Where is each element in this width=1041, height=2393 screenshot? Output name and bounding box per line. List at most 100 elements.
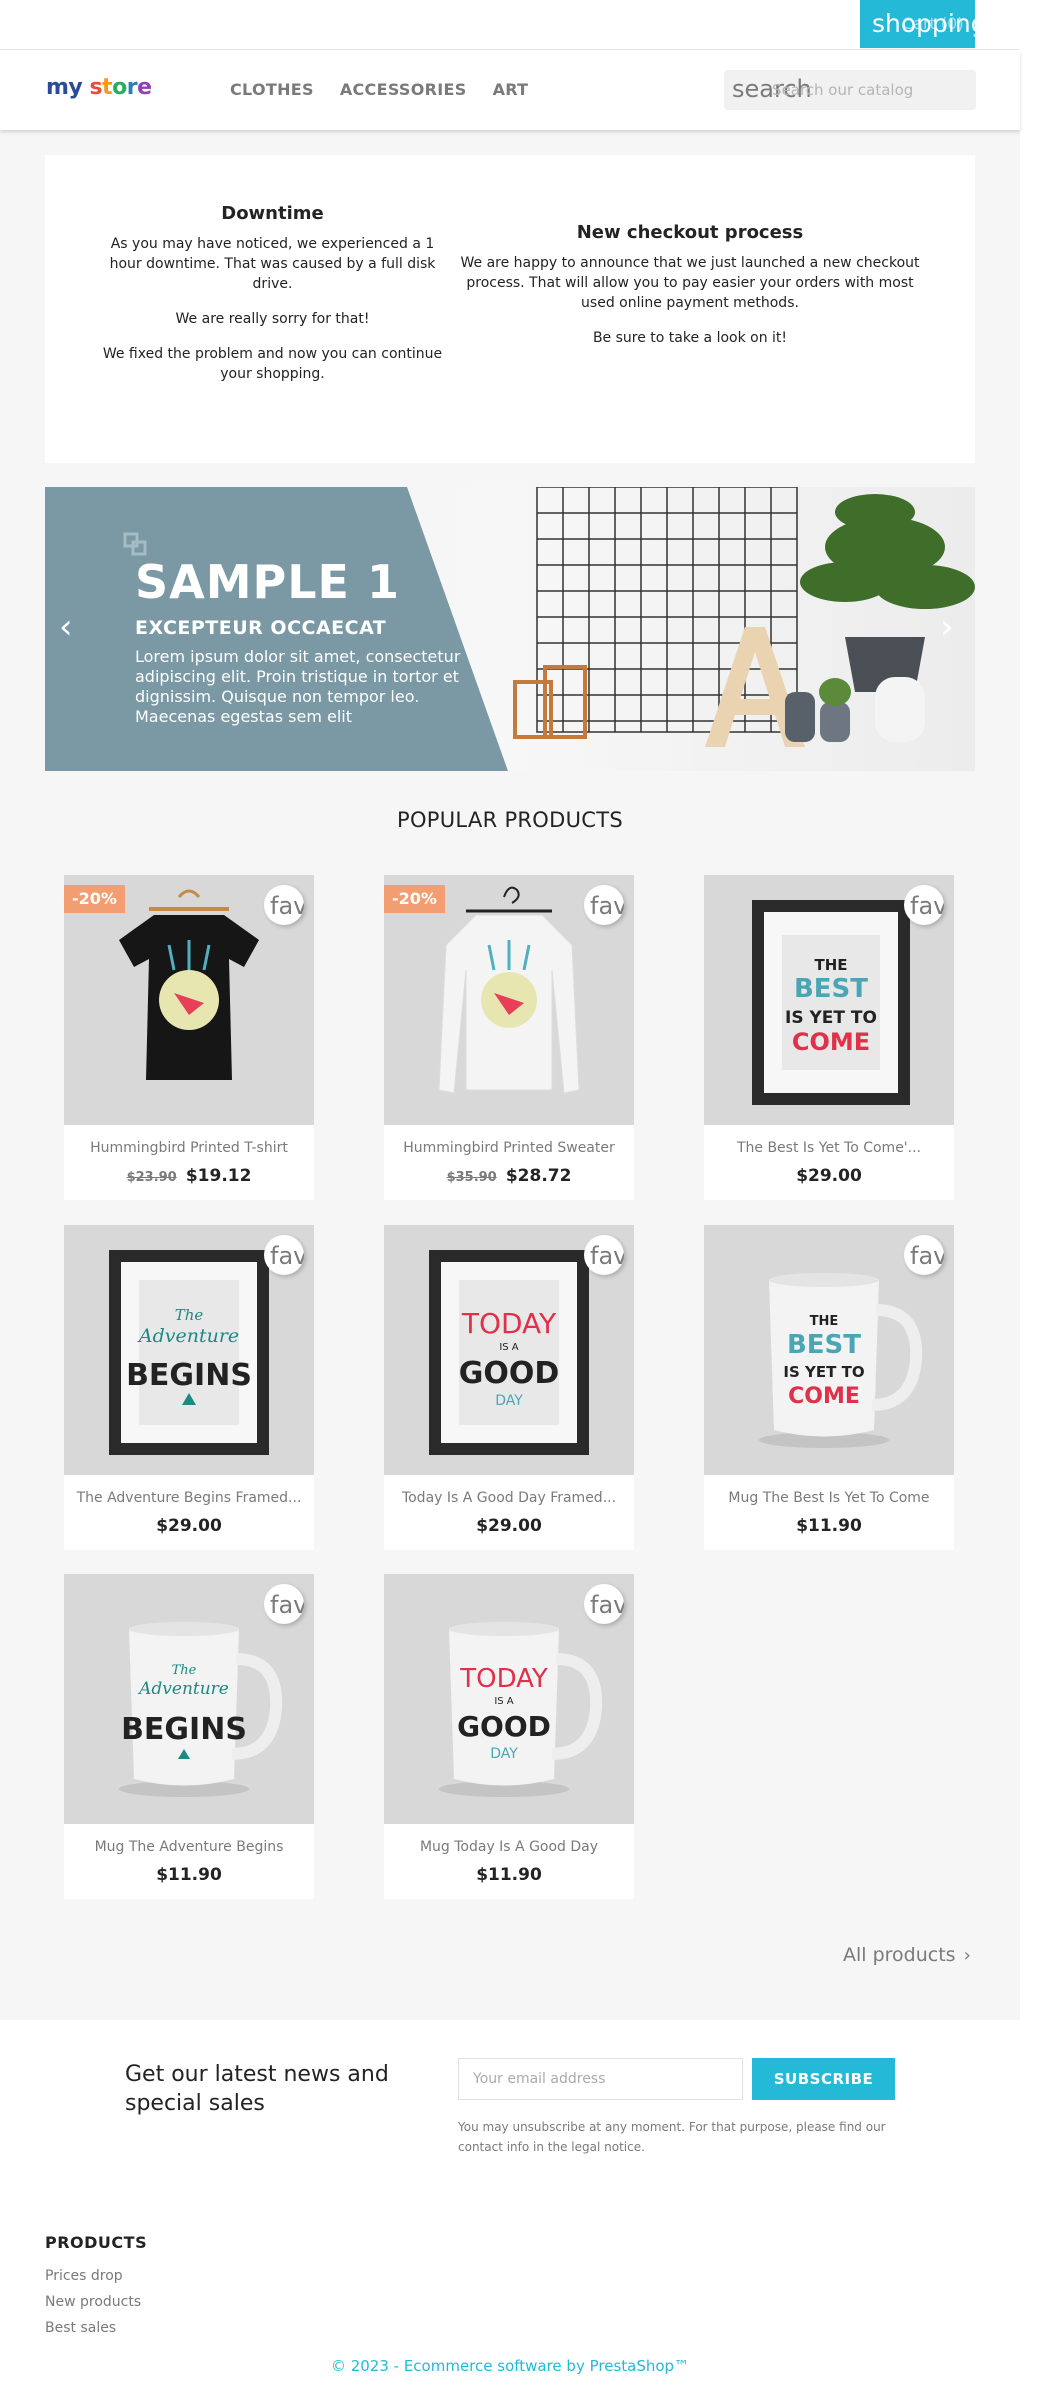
checkout-paragraph-2: Be sure to take a look on it! xyxy=(592,330,788,346)
product-card[interactable]: TODAY IS A GOOD DAY favorite_border Mug … xyxy=(384,1574,634,1899)
wishlist-button[interactable]: favorite_border xyxy=(584,885,624,925)
top-bar: shopping_cart Cart (0) xyxy=(0,0,1020,50)
product-price-row: $11.90 xyxy=(64,1865,314,1885)
product-card[interactable]: The Adventure BEGINS favorite_border Mug… xyxy=(64,1574,314,1899)
downtime-title: Downtime xyxy=(221,203,324,224)
search-placeholder: Search our catalog xyxy=(772,81,914,99)
popular-products-title: POPULAR PRODUCTS xyxy=(397,808,623,832)
email-placeholder: Your email address xyxy=(473,2071,606,2087)
svg-text:BEGINS: BEGINS xyxy=(121,1712,247,1747)
svg-text:BEST: BEST xyxy=(794,974,868,1004)
slide-subtitle: EXCEPTEUR OCCAECAT xyxy=(135,617,387,639)
downtime-paragraph-2: We are really sorry for that! xyxy=(175,311,370,327)
product-name[interactable]: The Best Is Yet To Come'... xyxy=(704,1140,954,1156)
all-products-label: All products xyxy=(843,1944,956,1966)
svg-text:GOOD: GOOD xyxy=(457,1710,551,1743)
svg-text:IS A: IS A xyxy=(499,1342,518,1353)
product-old-price: $35.90 xyxy=(446,1170,497,1185)
product-card[interactable]: -20% favorite_border Hummingbird Printed… xyxy=(384,875,634,1200)
all-products-link[interactable]: All products › xyxy=(843,1944,971,1966)
main-nav: CLOTHES ACCESSORIES ART xyxy=(230,80,528,99)
product-name[interactable]: Mug The Adventure Begins xyxy=(64,1839,314,1855)
footer-link-new-products[interactable]: New products xyxy=(45,2294,141,2310)
newsletter-note: You may unsubscribe at any moment. For t… xyxy=(458,2120,886,2154)
svg-text:The: The xyxy=(175,1306,204,1324)
product-price-row: $11.90 xyxy=(384,1865,634,1885)
product-old-price: $23.90 xyxy=(126,1170,177,1185)
heart-outline-icon: favorite_border xyxy=(590,1591,624,1619)
svg-text:THE: THE xyxy=(814,956,847,974)
svg-text:BEGINS: BEGINS xyxy=(126,1358,252,1393)
email-field[interactable]: Your email address xyxy=(458,2058,743,2100)
svg-text:IS A: IS A xyxy=(494,1696,513,1707)
discount-badge: -20% xyxy=(384,885,445,913)
discount-badge: -20% xyxy=(64,885,125,913)
wishlist-button[interactable]: favorite_border xyxy=(584,1235,624,1275)
heart-outline-icon: favorite_border xyxy=(590,892,624,920)
svg-text:Adventure: Adventure xyxy=(137,1325,239,1347)
slide-title: SAMPLE 1 xyxy=(135,555,400,609)
logo-part-store: store xyxy=(89,75,152,100)
svg-text:TODAY: TODAY xyxy=(461,1307,557,1340)
subscribe-button[interactable]: SUBSCRIBE xyxy=(752,2058,895,2100)
store-logo[interactable]: my store xyxy=(46,75,152,100)
product-card[interactable]: THE BEST IS YET TO COME favorite_border … xyxy=(704,1225,954,1550)
wishlist-button[interactable]: favorite_border xyxy=(264,885,304,925)
cart-label: Cart (0) xyxy=(902,14,964,33)
main-header: my store CLOTHES ACCESSORIES ART search … xyxy=(0,50,1020,130)
wishlist-button[interactable]: favorite_border xyxy=(904,885,944,925)
newsletter-title: Get our latest news and special sales xyxy=(125,2062,389,2116)
nav-art[interactable]: ART xyxy=(493,80,529,99)
image-slider[interactable]: SAMPLE 1 EXCEPTEUR OCCAECAT Lorem ipsum … xyxy=(45,487,975,771)
checkout-paragraph-1: We are happy to announce that we just la… xyxy=(460,255,920,311)
wishlist-button[interactable]: favorite_border xyxy=(264,1235,304,1275)
product-price: $29.00 xyxy=(796,1166,862,1186)
product-price: $11.90 xyxy=(476,1865,542,1885)
product-price-row: $29.00 xyxy=(384,1516,634,1536)
checkout-title: New checkout process xyxy=(576,222,804,243)
product-name[interactable]: Mug Today Is A Good Day xyxy=(384,1839,634,1855)
wishlist-button[interactable]: favorite_border xyxy=(584,1584,624,1624)
chevron-left-icon[interactable]: ‹ xyxy=(59,607,73,647)
search-input[interactable]: search Search our catalog xyxy=(724,70,976,110)
svg-text:Adventure: Adventure xyxy=(137,1679,229,1699)
product-price: $29.00 xyxy=(156,1516,222,1536)
heart-outline-icon: favorite_border xyxy=(590,1242,624,1270)
product-price-row: $11.90 xyxy=(704,1516,954,1536)
footer-link-best-sales[interactable]: Best sales xyxy=(45,2320,116,2336)
nav-clothes[interactable]: CLOTHES xyxy=(230,80,314,99)
product-card[interactable]: TODAY IS A GOOD DAY favorite_border Toda… xyxy=(384,1225,634,1550)
product-name[interactable]: Hummingbird Printed Sweater xyxy=(384,1140,634,1156)
svg-text:The: The xyxy=(172,1663,197,1678)
svg-text:BEST: BEST xyxy=(787,1330,861,1360)
heart-outline-icon: favorite_border xyxy=(910,892,944,920)
footer-link-prices-drop[interactable]: Prices drop xyxy=(45,2268,123,2284)
copyright-link[interactable]: © 2023 - Ecommerce software by PrestaSho… xyxy=(0,2357,1020,2375)
heart-outline-icon: favorite_border xyxy=(910,1242,944,1270)
product-price: $19.12 xyxy=(185,1166,252,1186)
page: shopping_cart Cart (0) my store CLOTHES … xyxy=(0,0,1020,2393)
footer-products-title: PRODUCTS xyxy=(45,2233,148,2252)
downtime-paragraph-1: As you may have noticed, we experienced … xyxy=(109,236,436,292)
product-card[interactable]: The Adventure BEGINS favorite_border The… xyxy=(64,1225,314,1550)
product-name[interactable]: Mug The Best Is Yet To Come xyxy=(704,1490,954,1506)
heart-outline-icon: favorite_border xyxy=(270,1591,304,1619)
cart-button[interactable]: shopping_cart Cart (0) xyxy=(860,0,975,48)
svg-text:IS YET TO: IS YET TO xyxy=(785,1008,877,1028)
chevron-right-icon: › xyxy=(963,1945,971,1966)
nav-accessories[interactable]: ACCESSORIES xyxy=(340,80,467,99)
product-card[interactable]: -20% favorite_border Hummingbird Printed… xyxy=(64,875,314,1200)
svg-text:THE: THE xyxy=(810,1314,839,1329)
product-card[interactable]: THE BEST IS YET TO COME favorite_border … xyxy=(704,875,954,1200)
svg-text:COME: COME xyxy=(788,1384,860,1409)
product-price: $11.90 xyxy=(796,1516,862,1536)
wishlist-button[interactable]: favorite_border xyxy=(264,1584,304,1624)
product-name[interactable]: The Adventure Begins Framed... xyxy=(64,1490,314,1506)
chevron-right-icon[interactable]: › xyxy=(940,607,954,647)
downtime-paragraph-3: We fixed the problem and now you can con… xyxy=(102,346,443,382)
product-name[interactable]: Today Is A Good Day Framed... xyxy=(384,1490,634,1506)
wishlist-button[interactable]: favorite_border xyxy=(904,1235,944,1275)
svg-text:IS YET TO: IS YET TO xyxy=(783,1363,864,1381)
product-price: $28.72 xyxy=(505,1166,572,1186)
product-name[interactable]: Hummingbird Printed T-shirt xyxy=(64,1140,314,1156)
